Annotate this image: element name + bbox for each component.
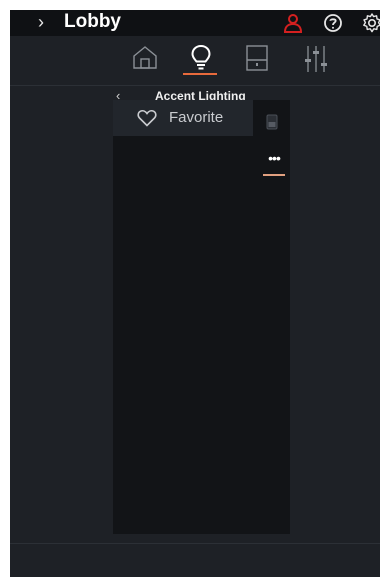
tab-lighting[interactable] — [181, 40, 221, 80]
keypad-icon[interactable] — [266, 114, 278, 130]
more-tab-indicator — [263, 174, 285, 176]
expand-menu-button[interactable]: › — [38, 10, 44, 36]
tab-bar — [10, 36, 380, 86]
favorite-label: Favorite — [169, 109, 224, 126]
tab-home[interactable] — [124, 40, 164, 80]
page-title: Lobby — [64, 11, 121, 32]
footer-bar — [10, 543, 380, 577]
sliders-icon — [305, 46, 327, 72]
header-bar: › Lobby — [10, 10, 380, 36]
shade-icon — [246, 45, 268, 71]
user-icon[interactable] — [282, 12, 304, 34]
tab-shades[interactable] — [237, 40, 277, 80]
tab-settings[interactable] — [295, 40, 335, 80]
app-window: › Lobby ‹ Accent Lighting Favorite ••• — [10, 10, 380, 577]
home-icon — [133, 46, 157, 69]
help-icon[interactable] — [322, 12, 344, 34]
more-options-button[interactable]: ••• — [261, 148, 287, 174]
heart-icon — [137, 109, 157, 127]
lightbulb-icon — [191, 44, 211, 70]
active-tab-indicator — [183, 73, 217, 75]
lighting-panel: Favorite ••• — [113, 100, 290, 534]
favorite-button[interactable]: Favorite — [113, 100, 253, 136]
gear-icon[interactable] — [361, 12, 380, 34]
